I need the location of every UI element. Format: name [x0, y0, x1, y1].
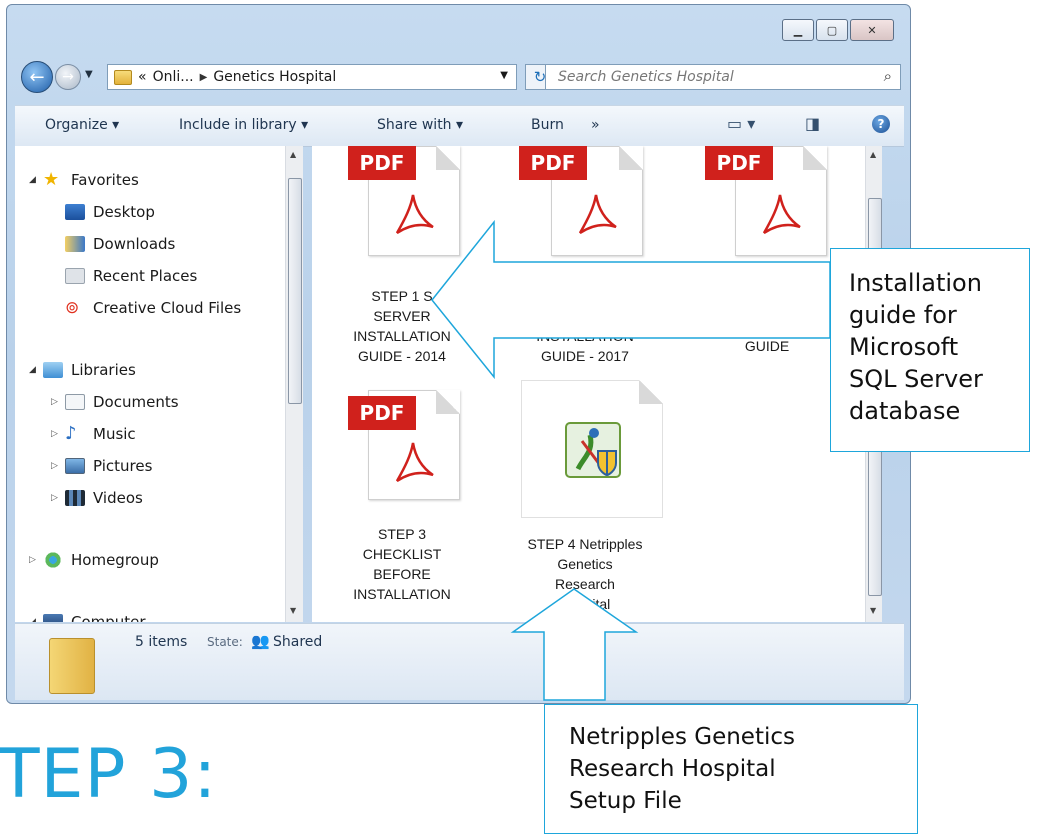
setup-file-callout: Netripples Genetics Research Hospital Se… — [544, 704, 918, 834]
slide-title: TEP 3: — [0, 735, 218, 814]
left-arrow — [431, 219, 831, 380]
up-arrow — [510, 588, 639, 701]
sql-guide-callout: Installation guide for Microsoft SQL Ser… — [830, 248, 1030, 452]
